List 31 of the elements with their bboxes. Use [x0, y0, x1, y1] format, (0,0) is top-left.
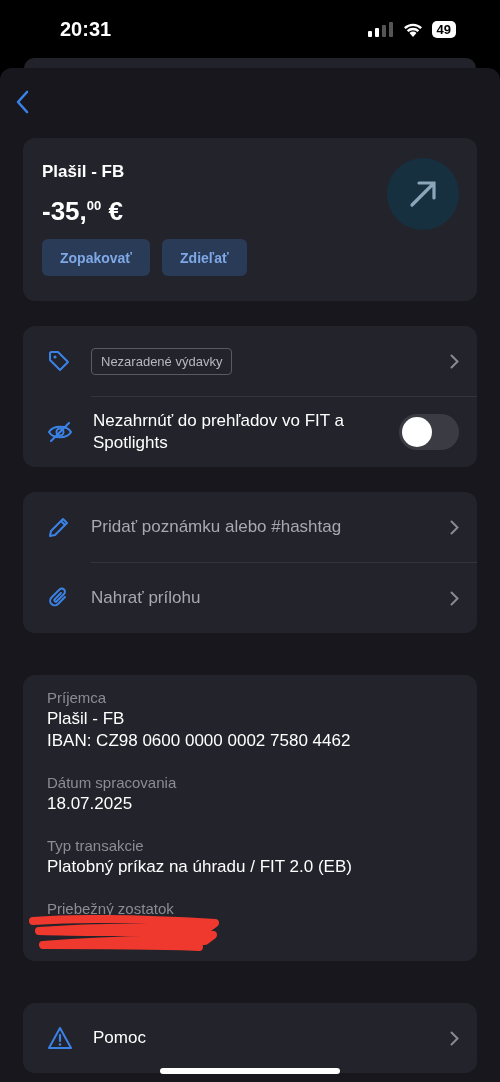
signal-icon [367, 21, 394, 37]
chevron-icon[interactable] [450, 353, 459, 369]
action-row[interactable]: Pridať poznámku alebo #hashtag [23, 492, 477, 562]
exclude-toggle[interactable] [399, 414, 459, 450]
chevron-icon [450, 590, 459, 606]
warning-icon [47, 1026, 73, 1050]
action-row[interactable]: Nahrať prílohu [23, 563, 477, 633]
detail-value: IBAN: CZ98 0600 0000 0002 7580 4462 [47, 730, 352, 752]
chevron-icon [450, 1030, 459, 1046]
amount: -35,$^{00}$ € [42, 196, 124, 227]
detail-value: Platobný príkaz na úhradu / FIT 2.0 (EB) [47, 856, 353, 878]
detail-label: Príjemca [47, 689, 108, 706]
battery-indicator: 49 [431, 20, 456, 38]
detail-value: Plašil - FB [47, 708, 126, 730]
tag-icon [47, 349, 71, 373]
action-button[interactable]: Zopakovať [42, 239, 151, 276]
detail-label: Typ transakcie [47, 837, 145, 854]
exclude-label: Nezahrnúť do prehľadov vo FIT a Spotlights [93, 410, 346, 454]
back-icon[interactable] [15, 90, 29, 114]
action-button[interactable]: Zdieľať [162, 239, 247, 276]
status-time: 20:31 [60, 17, 112, 41]
eye-slash-icon [47, 420, 73, 444]
chevron-icon [450, 519, 459, 535]
detail-label: Priebežný zostatok [47, 900, 175, 917]
category-tag[interactable]: Nezaradené výdavky [91, 347, 233, 375]
help-row[interactable]: Pomoc [23, 1003, 477, 1073]
detail-label: Dátum spracovania [47, 774, 178, 791]
detail-value: 18.07.2025 [47, 793, 134, 815]
payee-name: Plašil - FB [42, 162, 126, 182]
wifi-icon [402, 21, 423, 37]
pencil-icon [47, 515, 71, 539]
